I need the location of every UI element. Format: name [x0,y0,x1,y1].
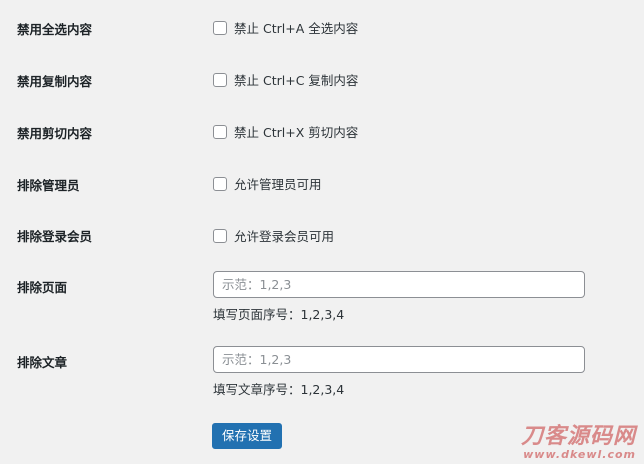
checkbox-label: 禁止 Ctrl+X 剪切内容 [234,125,359,140]
checkbox-label: 允许登录会员可用 [234,229,335,244]
watermark: 刀客源码网 www.dkewl.com [520,424,636,461]
setting-label: 禁用剪切内容 [17,126,93,141]
disable-copy-checkbox[interactable] [213,72,227,87]
exclude-admin-checkbox[interactable] [213,176,227,191]
checkbox-label: 禁止 Ctrl+A 全选内容 [234,21,359,36]
setting-label: 禁用全选内容 [17,22,93,37]
checkbox-label: 允许管理员可用 [234,177,322,192]
exclude-members-checkbox[interactable] [213,228,227,243]
watermark-url: www.dkewl.com [523,448,636,461]
exclude-admin-checkbox-field[interactable]: 允许管理员可用 [213,174,322,193]
setting-label: 排除文章 [17,355,68,370]
disable-select-all-checkbox-field[interactable]: 禁止 Ctrl+A 全选内容 [213,18,358,37]
disable-copy-checkbox-field[interactable]: 禁止 Ctrl+C 复制内容 [213,70,358,89]
setting-label: 排除登录会员 [17,229,93,244]
disable-select-all-checkbox[interactable] [213,20,227,35]
exclude-posts-description: 填写文章序号：1,2,3,4 [213,382,345,397]
disable-cut-checkbox-field[interactable]: 禁止 Ctrl+X 剪切内容 [213,122,358,141]
setting-label: 禁用复制内容 [17,74,93,89]
disable-cut-checkbox[interactable] [213,124,227,139]
exclude-pages-input[interactable] [213,271,585,298]
exclude-members-checkbox-field[interactable]: 允许登录会员可用 [213,226,334,245]
exclude-pages-description: 填写页面序号：1,2,3,4 [213,307,345,322]
save-settings-button[interactable]: 保存设置 [212,423,283,449]
setting-label: 排除页面 [17,280,68,295]
setting-label: 排除管理员 [17,178,80,193]
checkbox-label: 禁止 Ctrl+C 复制内容 [234,73,359,88]
exclude-posts-input[interactable] [213,346,585,373]
watermark-title: 刀客源码网 [520,424,636,449]
